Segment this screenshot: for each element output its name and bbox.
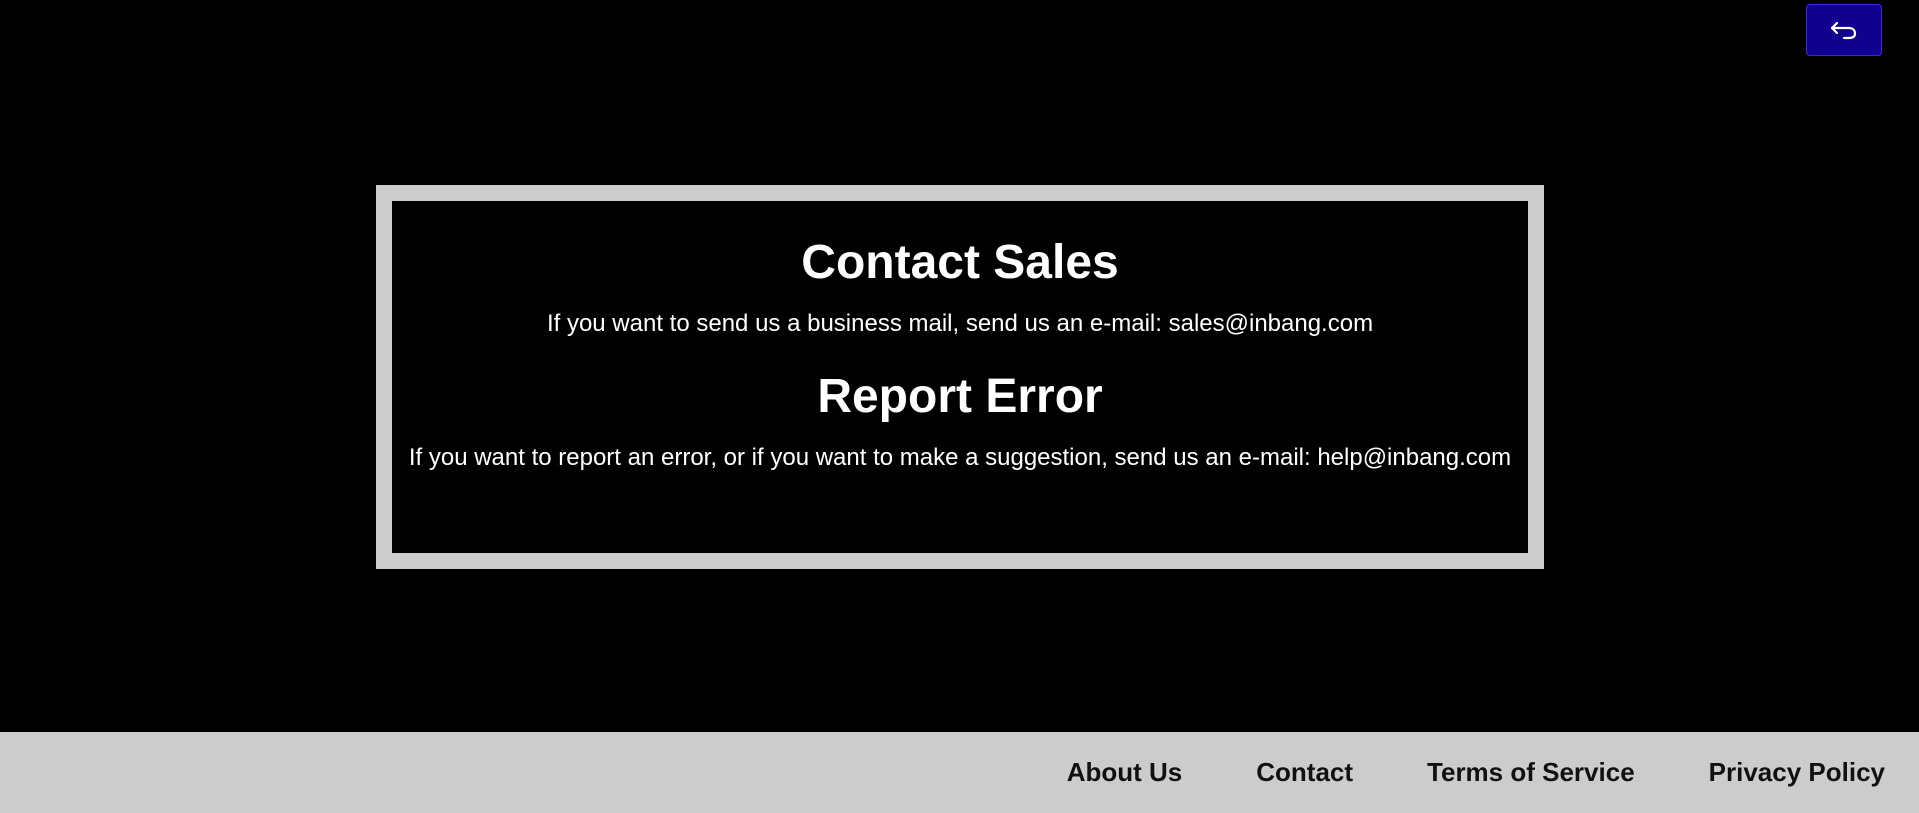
- page: Contact Sales If you want to send us a b…: [0, 0, 1919, 813]
- report-error-text: If you want to report an error, or if yo…: [408, 444, 1512, 472]
- back-button[interactable]: [1806, 4, 1882, 56]
- contact-panel: Contact Sales If you want to send us a b…: [376, 185, 1544, 569]
- footer-link-contact[interactable]: Contact: [1256, 757, 1353, 788]
- footer-link-privacy-policy[interactable]: Privacy Policy: [1709, 757, 1885, 788]
- footer: About Us Contact Terms of Service Privac…: [0, 732, 1919, 813]
- contact-sales-title: Contact Sales: [801, 236, 1119, 289]
- contact-sales-text: If you want to send us a business mail, …: [546, 310, 1374, 337]
- back-arrow-icon: [1830, 21, 1857, 40]
- report-error-title: Report Error: [817, 370, 1103, 424]
- footer-link-about-us[interactable]: About Us: [1067, 757, 1183, 788]
- footer-link-terms-of-service[interactable]: Terms of Service: [1427, 757, 1635, 788]
